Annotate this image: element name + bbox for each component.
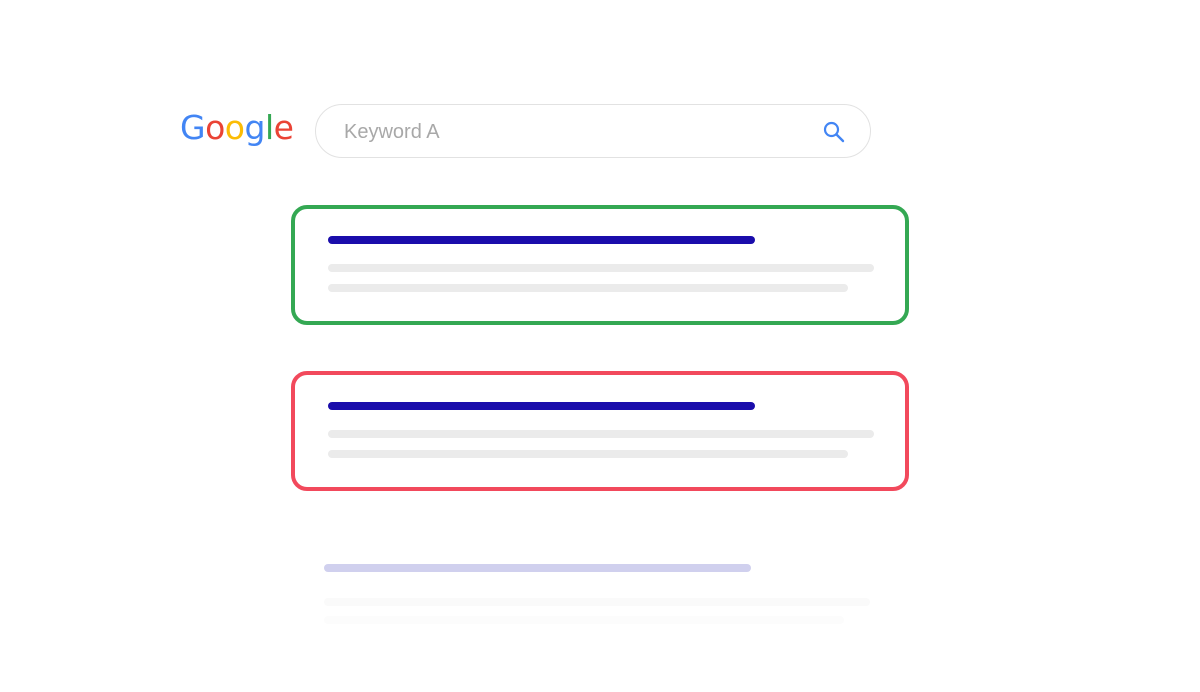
search-icon bbox=[823, 121, 845, 143]
result-snippet-line bbox=[324, 598, 870, 606]
search-result-good[interactable] bbox=[291, 205, 909, 325]
result-snippet-line bbox=[324, 616, 844, 624]
result-snippet-line bbox=[328, 450, 848, 458]
google-logo: Google bbox=[180, 108, 294, 148]
result-title-placeholder[interactable] bbox=[328, 236, 755, 244]
logo-letter: G bbox=[180, 108, 206, 147]
logo-letter: e bbox=[273, 108, 294, 147]
result-snippet-line bbox=[328, 264, 874, 272]
logo-letter: g bbox=[244, 108, 265, 147]
result-snippet-line bbox=[328, 430, 874, 438]
result-title-placeholder[interactable] bbox=[328, 402, 755, 410]
logo-letter: l bbox=[264, 108, 274, 147]
logo-letter: o bbox=[205, 108, 225, 147]
search-result-bad[interactable] bbox=[291, 371, 909, 491]
search-bar[interactable] bbox=[315, 104, 871, 158]
result-title-placeholder bbox=[324, 564, 751, 572]
search-result-faded bbox=[291, 537, 909, 647]
logo-letter: o bbox=[224, 108, 245, 147]
result-snippet-line bbox=[328, 284, 848, 292]
search-input[interactable] bbox=[344, 117, 784, 147]
search-button[interactable] bbox=[816, 118, 852, 146]
